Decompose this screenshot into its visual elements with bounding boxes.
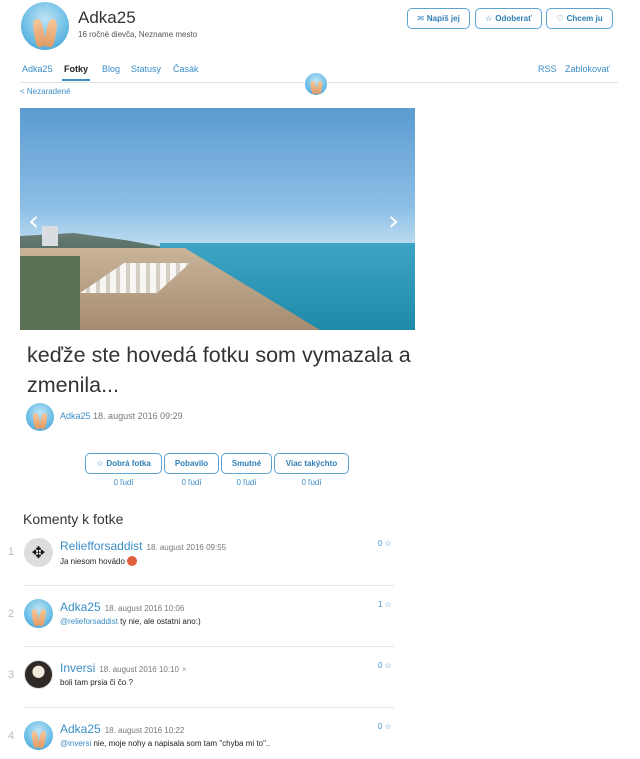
comment-score-button[interactable]: 0 ☆ xyxy=(378,539,392,548)
reaction-label: Smutné xyxy=(231,459,262,468)
comment-body: ty nie, ale ostatni ano:) xyxy=(117,617,201,626)
comment-text: @relieforsaddist ty nie, ale ostatni ano… xyxy=(60,617,201,626)
comment-author-link[interactable]: Adka25 xyxy=(60,600,101,614)
post-date: 18. august 2016 09:29 xyxy=(93,411,183,421)
nav-tab-profile[interactable]: Adka25 xyxy=(22,64,53,74)
comment-number: 1 xyxy=(8,546,15,558)
comment-mention-link[interactable]: @relieforsaddist xyxy=(60,617,118,626)
comments-heading: Komenty k fotke xyxy=(23,511,124,527)
rss-link[interactable]: RSS xyxy=(538,64,557,74)
next-photo-icon[interactable]: › xyxy=(388,204,399,237)
author-avatar[interactable] xyxy=(26,403,54,431)
photo-building xyxy=(42,226,58,246)
nav-active-indicator xyxy=(62,79,90,81)
close-icon[interactable]: × xyxy=(182,665,187,674)
face-avatar[interactable] xyxy=(24,660,53,689)
profile-avatar[interactable] xyxy=(21,2,69,50)
comment-text: boli tam prsia či čo ? xyxy=(60,678,133,687)
comment-date: 18. august 2016 10:10 xyxy=(99,665,179,674)
reaction-count[interactable]: 0 ľudí xyxy=(164,478,219,487)
envelope-icon: ✉ xyxy=(417,14,424,23)
photo-trees xyxy=(20,256,80,330)
comment-author-row: Inversi 18. august 2016 10:10 × xyxy=(60,661,187,675)
comment-score-button[interactable]: 1 ☆ xyxy=(378,600,392,609)
feet-avatar[interactable] xyxy=(24,599,53,628)
comment-author-link[interactable]: Reliefforsaddist xyxy=(60,539,143,553)
reaction-label: Dobrá fotka xyxy=(106,459,151,468)
author-line: Adka25 18. august 2016 09:29 xyxy=(60,411,183,421)
comment-divider xyxy=(24,707,394,708)
reaction-more-like-this-button[interactable]: Viac takýchto xyxy=(274,453,349,474)
nav-tab-blog[interactable]: Blog xyxy=(102,64,120,74)
comment-score-button[interactable]: 0 ☆ xyxy=(378,661,392,670)
reaction-count[interactable]: 0 ľudí xyxy=(221,478,272,487)
star-icon: ☆ xyxy=(96,459,104,468)
comment-number: 3 xyxy=(8,669,15,681)
comment-date: 18. august 2016 10:22 xyxy=(104,726,185,735)
reaction-amused-button[interactable]: Pobavilo xyxy=(164,453,219,474)
nav-tab-statuses[interactable]: Statusy xyxy=(131,64,161,74)
previous-photo-icon[interactable]: ‹ xyxy=(28,204,39,237)
comment-date: 18. august 2016 10:06 xyxy=(104,604,185,613)
heart-icon: ♡ xyxy=(556,14,564,23)
comment-number: 4 xyxy=(8,730,15,742)
winged-skull-avatar[interactable]: ✥ xyxy=(24,538,53,567)
block-link[interactable]: Zablokovať xyxy=(565,64,610,74)
want-her-label: Chcem ju xyxy=(566,14,603,23)
reaction-label: Pobavilo xyxy=(174,459,209,468)
comment-mention-link[interactable]: @inversi xyxy=(60,739,91,748)
reaction-count[interactable]: 0 ľudí xyxy=(85,478,162,487)
profile-subtitle: 16 ročné dievča, Nezname mesto xyxy=(78,30,198,39)
comment-date: 18. august 2016 09:55 xyxy=(146,543,227,552)
comment-body: nie, moje nohy a napisala som tam "chyba… xyxy=(91,739,271,748)
comment-text: Ja niesom hovädo xyxy=(60,556,137,566)
reaction-label: Viac takýchto xyxy=(285,459,338,468)
reaction-good-photo-button[interactable]: ☆ Dobrá fotka xyxy=(85,453,162,474)
write-message-label: Napíš jej xyxy=(426,14,460,23)
comment-divider xyxy=(24,585,394,586)
star-icon: ☆ xyxy=(485,14,493,23)
angry-emoji-icon xyxy=(126,556,137,566)
nav-tab-magazine[interactable]: Časák xyxy=(173,64,199,74)
author-link[interactable]: Adka25 xyxy=(60,411,91,421)
nav-avatar[interactable] xyxy=(304,72,328,96)
feet-avatar[interactable] xyxy=(24,721,53,750)
photo-title: keďže ste hovedá fotku som vymazala a zm… xyxy=(27,343,411,397)
unfollow-label: Odoberať xyxy=(495,14,532,23)
profile-name[interactable]: Adka25 xyxy=(78,8,136,28)
reaction-count[interactable]: 0 ľudí xyxy=(274,478,349,487)
write-message-button[interactable]: ✉ Napíš jej xyxy=(407,8,470,29)
comment-author-row: Reliefforsaddist 18. august 2016 09:55 xyxy=(60,539,226,553)
reaction-sad-button[interactable]: Smutné xyxy=(221,453,272,474)
comment-body: Ja niesom hovädo xyxy=(60,557,125,566)
comment-author-link[interactable]: Adka25 xyxy=(60,722,101,736)
unfollow-button[interactable]: ☆ Odoberať xyxy=(475,8,542,29)
comment-divider xyxy=(24,646,394,647)
comment-author-row: Adka25 18. august 2016 10:06 xyxy=(60,600,184,614)
comment-author-row: Adka25 18. august 2016 10:22 xyxy=(60,722,184,736)
comment-number: 2 xyxy=(8,608,15,620)
comment-author-link[interactable]: Inversi xyxy=(60,661,95,675)
comment-body: boli tam prsia či čo ? xyxy=(60,678,133,687)
comment-score-button[interactable]: 0 ☆ xyxy=(378,722,392,731)
back-to-category-link[interactable]: < Nezaradené xyxy=(20,87,70,96)
nav-tab-photos[interactable]: Fotky xyxy=(64,64,88,74)
comment-text: @inversi nie, moje nohy a napisala som t… xyxy=(60,739,270,748)
want-her-button[interactable]: ♡ Chcem ju xyxy=(546,8,613,29)
photo-viewer[interactable]: ‹ › xyxy=(20,108,415,330)
